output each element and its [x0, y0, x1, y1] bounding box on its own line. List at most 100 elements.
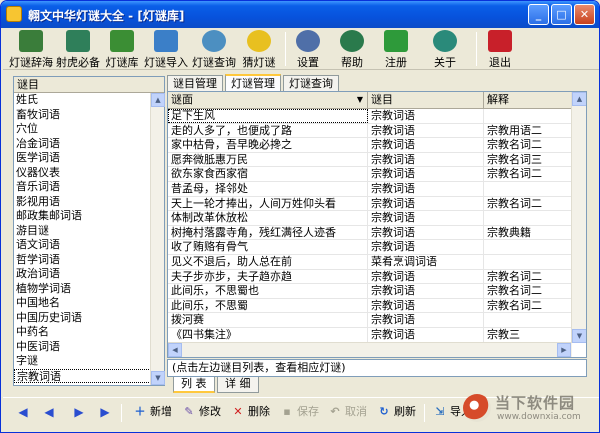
category-list-item[interactable]: 植物学词语: [14, 282, 151, 297]
table-row[interactable]: 收了贿赂有骨气 宗教词语: [168, 240, 572, 255]
minimize-button[interactable]: _: [528, 4, 549, 25]
table-row[interactable]: 此间乐，不思蜀也 宗教词语 宗教名词二: [168, 284, 572, 299]
category-list-item[interactable]: 中国地名: [14, 296, 151, 311]
refresh-button[interactable]: ↻ 刷新: [377, 404, 416, 421]
tab-list-view[interactable]: 列 表: [173, 377, 215, 393]
tab-detail-view[interactable]: 详 细: [217, 377, 259, 393]
table-row[interactable]: 家中枯骨，吾早晚必搀之 宗教词语 宗教名词二: [168, 138, 572, 153]
first-record-icon[interactable]: ◀: [17, 405, 29, 419]
category-list-header[interactable]: 谜目: [14, 77, 164, 93]
category-scrollbar[interactable]: ▲ ▼: [150, 93, 165, 385]
cell-mimian[interactable]: 体制改革休放松: [168, 211, 368, 226]
cell-jieshi[interactable]: 宗教名词二: [484, 138, 572, 153]
category-list[interactable]: 谜目 姓氏 畜牧词语 穴位 冶金词语 医学词语 仪器仪表 音乐词语 影视用语 邮政集邮词语 游目谜…: [13, 76, 165, 386]
category-list-item[interactable]: 影视用语: [14, 195, 151, 210]
cell-jieshi[interactable]: 宗教用语二: [484, 123, 572, 138]
cell-jieshi[interactable]: [484, 254, 572, 269]
column-header-mimu[interactable]: 谜目: [368, 92, 484, 109]
delete-button[interactable]: ✕ 删除: [231, 404, 270, 421]
category-list-item[interactable]: 音乐词语: [14, 180, 151, 195]
riddle-grid[interactable]: 谜面 ▼ 谜目 解释 足下生风 宗教词语 走的人多了，也便成了路 宗教词语 宗教用语二家…: [167, 91, 587, 358]
category-list-item[interactable]: 中医词语: [14, 340, 151, 355]
cell-mimian[interactable]: 天上一轮才捧出，人间万姓仰头看: [168, 196, 368, 211]
cell-mimu[interactable]: 宗教词语: [368, 152, 484, 167]
save-button[interactable]: ▪ 保存: [280, 404, 319, 421]
cell-mimian[interactable]: 愿奔微胝惠万民: [168, 152, 368, 167]
tab-riddle-search[interactable]: 灯谜查询: [283, 75, 339, 91]
cell-jieshi[interactable]: 宗教典籍: [484, 225, 572, 240]
toolbar-button-exit[interactable]: 退出: [485, 28, 515, 69]
next-record-icon[interactable]: ▶: [73, 405, 85, 419]
cell-mimian[interactable]: 收了贿赂有骨气: [168, 240, 368, 255]
cell-mimian[interactable]: 拨河赛: [168, 313, 368, 328]
toolbar-button-register[interactable]: 注册: [381, 28, 411, 69]
table-row[interactable]: 愿奔微胝惠万民 宗教词语 宗教名词三: [168, 152, 572, 168]
toolbar-button-dengmi-ku[interactable]: 灯谜库: [103, 28, 141, 69]
cell-mimu[interactable]: 宗教词语: [368, 181, 484, 196]
toolbar-button-settings[interactable]: 设置: [293, 28, 323, 69]
scroll-up-icon[interactable]: ▲: [572, 92, 586, 106]
table-row[interactable]: 夫子步亦步，夫子趋亦趋 宗教词语 宗教名词二: [168, 269, 572, 285]
cell-mimu[interactable]: 宗教词语: [368, 109, 484, 123]
scroll-right-icon[interactable]: ▶: [557, 343, 571, 357]
toolbar-button-dengmi-search[interactable]: 灯谜查询: [191, 28, 237, 69]
category-list-item[interactable]: 宗教词语: [14, 368, 151, 383]
table-row[interactable]: 拨河赛 宗教词语: [168, 313, 572, 328]
cell-jieshi[interactable]: [484, 181, 572, 196]
category-list-item[interactable]: 穴位: [14, 122, 151, 137]
maximize-button[interactable]: □: [551, 4, 572, 25]
table-row[interactable]: 《四书集注》 宗教词语 宗教三: [168, 327, 572, 343]
cell-mimian[interactable]: 足下生风: [168, 109, 368, 123]
toolbar-button-guess-dengmi[interactable]: 猜灯谜: [239, 28, 279, 69]
toolbar-button-help[interactable]: 帮助: [337, 28, 367, 69]
cell-mimian[interactable]: 夫子步亦步，夫子趋亦趋: [168, 269, 368, 284]
table-row[interactable]: 见义不退后，助人总在前 菜肴烹调词语: [168, 254, 572, 270]
cell-mimian[interactable]: 昔孟母，择邻处: [168, 181, 368, 196]
cell-mimu[interactable]: 宗教词语: [368, 298, 484, 313]
table-row[interactable]: 足下生风 宗教词语: [168, 109, 572, 124]
cancel-button[interactable]: ↶ 取消: [328, 404, 367, 421]
category-list-item[interactable]: 哲学词语: [14, 253, 151, 268]
table-row[interactable]: 天上一轮才捧出，人间万姓仰头看 宗教词语 宗教名词二: [168, 196, 572, 212]
table-row[interactable]: 欲东家食西家宿 宗教词语 宗教名词二: [168, 167, 572, 182]
cell-mimian[interactable]: 见义不退后，助人总在前: [168, 254, 368, 269]
toolbar-button-shehu-bibei[interactable]: 射虎必备: [55, 28, 101, 69]
category-list-item[interactable]: 畜牧词语: [14, 108, 151, 123]
column-header-mimian[interactable]: 谜面 ▼: [168, 92, 368, 109]
cell-mimu[interactable]: 宗教词语: [368, 327, 484, 342]
cell-mimu[interactable]: 菜肴烹调词语: [368, 254, 484, 269]
cell-jieshi[interactable]: 宗教名词三: [484, 152, 572, 167]
toolbar-button-dengmi-cihai[interactable]: 灯谜辞海: [9, 28, 53, 69]
category-list-item[interactable]: 字谜: [14, 354, 151, 369]
prev-record-icon[interactable]: ◀: [43, 405, 55, 419]
scroll-left-icon[interactable]: ◀: [168, 343, 182, 357]
cell-mimu[interactable]: 宗教词语: [368, 167, 484, 182]
cell-mimian[interactable]: 家中枯骨，吾早晚必搀之: [168, 138, 368, 153]
toolbar-button-about[interactable]: 关于: [425, 28, 465, 69]
cell-mimu[interactable]: 宗教词语: [368, 269, 484, 284]
category-list-item[interactable]: 邮政集邮词语: [14, 209, 151, 224]
cell-jieshi[interactable]: 宗教名词二: [484, 196, 572, 211]
cell-mimu[interactable]: 宗教词语: [368, 123, 484, 138]
cell-mimian[interactable]: 走的人多了，也便成了路: [168, 123, 368, 138]
table-row[interactable]: 此间乐，不思蜀 宗教词语 宗教名词二: [168, 298, 572, 314]
title-bar[interactable]: 翱文中华灯谜大全 - [灯谜库] _ □ ✕: [1, 1, 599, 28]
scroll-up-icon[interactable]: ▲: [151, 93, 165, 107]
scroll-down-icon[interactable]: ▼: [572, 329, 586, 343]
edit-button[interactable]: ✎ 修改: [182, 404, 221, 421]
cell-mimu[interactable]: 宗教词语: [368, 284, 484, 299]
cell-mimian[interactable]: 树掩村落露寺角，残红满径人迹香: [168, 225, 368, 240]
table-row[interactable]: 走的人多了，也便成了路 宗教词语 宗教用语二: [168, 123, 572, 139]
cell-jieshi[interactable]: [484, 211, 572, 226]
cell-mimu[interactable]: 宗教词语: [368, 225, 484, 240]
category-list-item[interactable]: 冶金词语: [14, 137, 151, 152]
cell-mimu[interactable]: 宗教词语: [368, 313, 484, 328]
cell-jieshi[interactable]: 宗教名词二: [484, 167, 572, 182]
cell-mimian[interactable]: 《四书集注》: [168, 327, 368, 342]
tab-category-management[interactable]: 谜目管理: [167, 75, 223, 91]
cell-mimian[interactable]: 欲东家食西家宿: [168, 167, 368, 182]
add-button[interactable]: ＋新增: [133, 404, 173, 421]
close-button[interactable]: ✕: [574, 4, 595, 25]
category-list-item[interactable]: 姓氏: [14, 93, 151, 108]
cell-mimu[interactable]: 宗教词语: [368, 138, 484, 153]
